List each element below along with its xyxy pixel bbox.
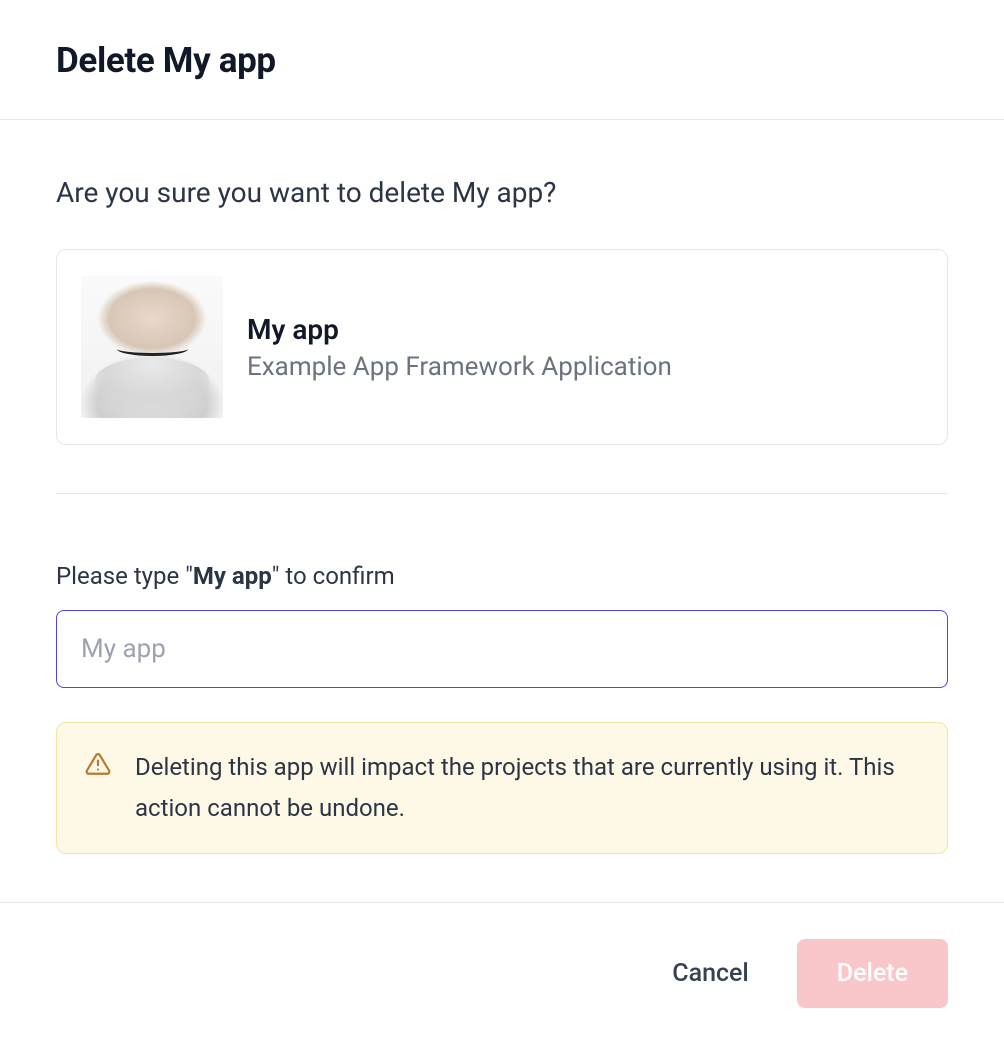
confirm-label-suffix: " to confirm bbox=[272, 562, 395, 590]
confirm-label-appname: My app bbox=[193, 562, 272, 590]
warning-text: Deleting this app will impact the projec… bbox=[135, 747, 919, 829]
app-info: My app Example App Framework Application bbox=[247, 313, 672, 382]
warning-banner: Deleting this app will impact the projec… bbox=[56, 722, 948, 854]
confirm-input[interactable] bbox=[56, 610, 948, 688]
dialog-content: Are you sure you want to delete My app? … bbox=[0, 120, 1004, 902]
confirm-label-prefix: Please type " bbox=[56, 562, 193, 590]
cancel-button[interactable]: Cancel bbox=[672, 959, 749, 988]
confirm-input-label: Please type "My app" to confirm bbox=[56, 562, 948, 590]
app-avatar bbox=[81, 276, 223, 418]
app-name: My app bbox=[247, 313, 672, 346]
confirm-question: Are you sure you want to delete My app? bbox=[56, 176, 948, 209]
divider bbox=[56, 493, 948, 494]
warning-triangle-icon bbox=[85, 751, 111, 777]
app-card: My app Example App Framework Application bbox=[56, 249, 948, 445]
dialog-footer: Cancel Delete bbox=[0, 902, 1004, 1060]
dialog-title: Delete My app bbox=[56, 40, 948, 81]
delete-button[interactable]: Delete bbox=[797, 939, 948, 1008]
app-description: Example App Framework Application bbox=[247, 352, 672, 382]
dialog-header: Delete My app bbox=[0, 0, 1004, 120]
